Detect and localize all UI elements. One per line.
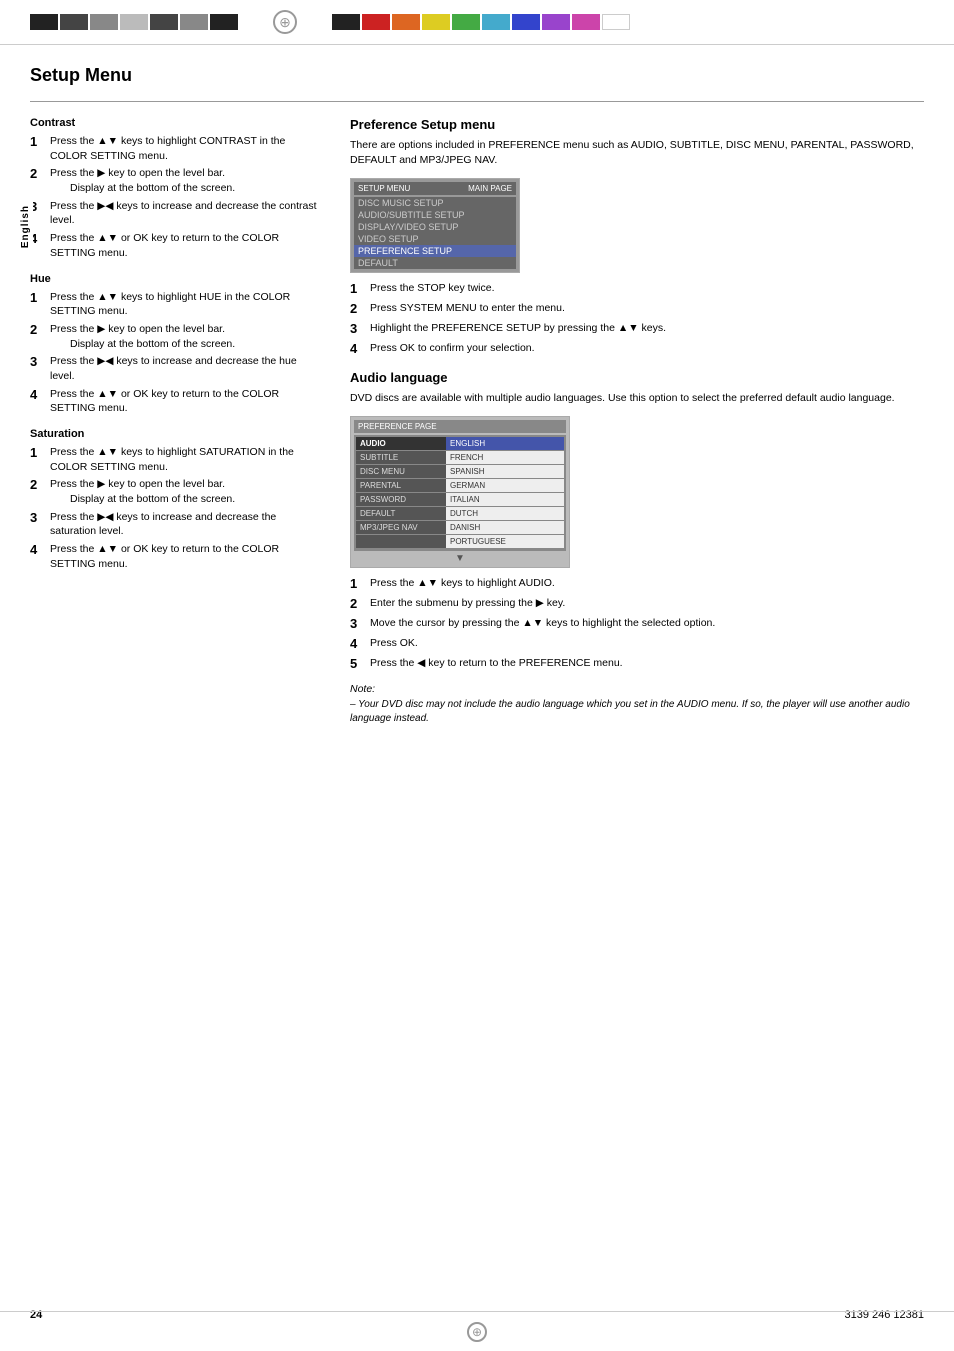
list-item: 3 Move the cursor by pressing the ▲▼ key… xyxy=(350,616,924,633)
preference-heading: Preference Setup menu xyxy=(350,117,924,132)
color-block xyxy=(392,14,420,30)
color-block xyxy=(512,14,540,30)
color-block xyxy=(332,14,360,30)
color-block xyxy=(602,14,630,30)
color-block xyxy=(90,14,118,30)
preference-menu-screenshot: SETUP MENU MAIN PAGE DISC MUSIC SETUP AU… xyxy=(350,178,520,273)
hue-heading: Hue xyxy=(30,273,320,285)
page-title: Setup Menu xyxy=(30,65,924,86)
list-item: 4 Press OK. xyxy=(350,636,924,653)
note-section: Note: – Your DVD disc may not include th… xyxy=(350,683,924,726)
contrast-heading: Contrast xyxy=(30,117,320,129)
saturation-heading: Saturation xyxy=(30,428,320,440)
audio-intro: DVD discs are available with multiple au… xyxy=(350,391,924,406)
left-color-blocks xyxy=(30,14,238,30)
left-column: Contrast 1 Press the ▲▼ keys to highligh… xyxy=(30,117,320,726)
note-label: Note: xyxy=(350,683,924,695)
hue-list: 1 Press the ▲▼ keys to highlight HUE in … xyxy=(30,290,320,417)
list-item: 1 Press the STOP key twice. xyxy=(350,281,924,298)
page-content: Setup Menu Contrast 1 Press the ▲▼ keys … xyxy=(0,45,954,756)
color-block xyxy=(210,14,238,30)
list-item: 2 Press the ▶ key to open the level bar.… xyxy=(30,477,320,506)
list-item: 1 Press the ▲▼ keys to highlight SATURAT… xyxy=(30,445,320,474)
preference-steps: 1 Press the STOP key twice. 2 Press SYST… xyxy=(350,281,924,358)
color-block xyxy=(150,14,178,30)
bottom-bar: ⊕ xyxy=(0,1311,954,1351)
circle-crosshair-icon: ⊕ xyxy=(273,10,297,34)
list-item: 3 Press the ▶◀ keys to increase and decr… xyxy=(30,354,320,383)
language-tab: English xyxy=(18,200,33,253)
list-item: 2 Press SYSTEM MENU to enter the menu. xyxy=(350,301,924,318)
color-block xyxy=(30,14,58,30)
audio-steps: 1 Press the ▲▼ keys to highlight AUDIO. … xyxy=(350,576,924,672)
audio-menu-screenshot: PREFERENCE PAGE AUDIO ENGLISH SUBTITLE F… xyxy=(350,416,570,568)
list-item: 1 Press the ▲▼ keys to highlight HUE in … xyxy=(30,290,320,319)
right-color-blocks xyxy=(332,14,630,30)
list-item: 4 Press OK to confirm your selection. xyxy=(350,341,924,358)
divider xyxy=(30,101,924,102)
note-text: – Your DVD disc may not include the audi… xyxy=(350,698,924,726)
color-block xyxy=(422,14,450,30)
list-item: 2 Press the ▶ key to open the level bar.… xyxy=(30,166,320,195)
list-item: 3 Press the ▶◀ keys to increase and decr… xyxy=(30,510,320,539)
list-item: 4 Press the ▲▼ or OK key to return to th… xyxy=(30,542,320,571)
color-block xyxy=(60,14,88,30)
contrast-list: 1 Press the ▲▼ keys to highlight CONTRAS… xyxy=(30,134,320,261)
list-item: 1 Press the ▲▼ keys to highlight CONTRAS… xyxy=(30,134,320,163)
color-block xyxy=(120,14,148,30)
right-column: Preference Setup menu There are options … xyxy=(350,117,924,726)
list-item: 5 Press the ◀ key to return to the PREFE… xyxy=(350,656,924,673)
list-item: 4 Press the ▲▼ or OK key to return to th… xyxy=(30,387,320,416)
list-item: 4 Press the ▲▼ or OK key to return to th… xyxy=(30,231,320,260)
color-block xyxy=(572,14,600,30)
top-bar: ⊕ xyxy=(0,0,954,45)
list-item: 1 Press the ▲▼ keys to highlight AUDIO. xyxy=(350,576,924,593)
list-item: 3 Highlight the PREFERENCE SETUP by pres… xyxy=(350,321,924,338)
chevron-down-icon: ▼ xyxy=(354,553,566,564)
list-item: 3 Press the ▶◀ keys to increase and decr… xyxy=(30,199,320,228)
preference-intro: There are options included in PREFERENCE… xyxy=(350,138,924,168)
list-item: 2 Enter the submenu by pressing the ▶ ke… xyxy=(350,596,924,613)
list-item: 2 Press the ▶ key to open the level bar.… xyxy=(30,322,320,351)
audio-language-heading: Audio language xyxy=(350,370,924,385)
saturation-list: 1 Press the ▲▼ keys to highlight SATURAT… xyxy=(30,445,320,572)
bottom-circle-icon: ⊕ xyxy=(467,1322,487,1342)
two-column-layout: Contrast 1 Press the ▲▼ keys to highligh… xyxy=(30,117,924,726)
color-block xyxy=(452,14,480,30)
color-block xyxy=(482,14,510,30)
color-block xyxy=(180,14,208,30)
color-block xyxy=(542,14,570,30)
color-block xyxy=(362,14,390,30)
